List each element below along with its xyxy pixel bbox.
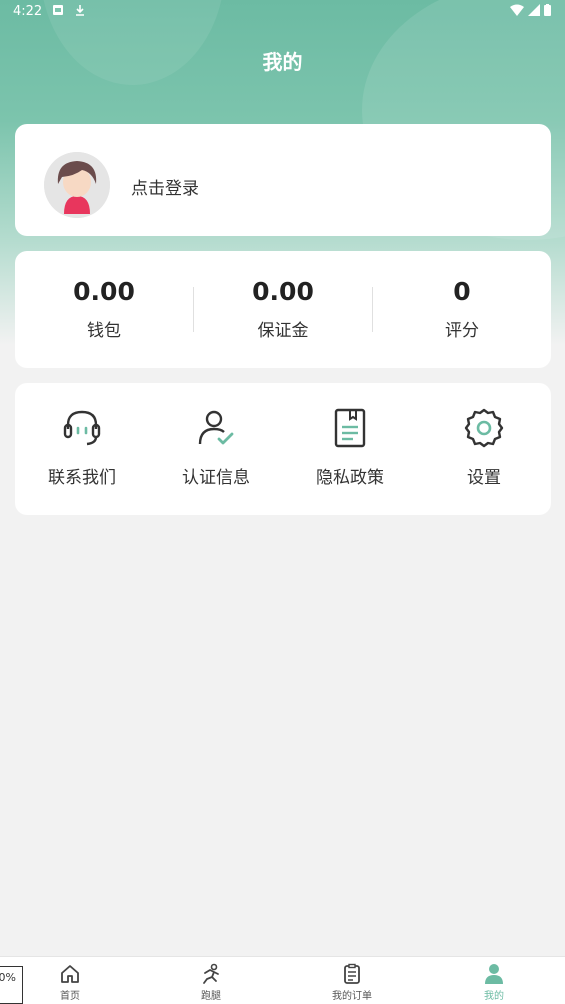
runner-icon: [203, 963, 219, 984]
tab-orders[interactable]: 我的订单: [302, 963, 402, 1002]
stat-wallet[interactable]: 0.00 钱包: [15, 277, 193, 341]
home-icon: [61, 965, 79, 983]
tab-errand[interactable]: 跑腿: [161, 963, 261, 1002]
stat-label: 钱包: [87, 321, 121, 341]
document-icon: [334, 408, 366, 448]
tab-home[interactable]: 首页: [20, 963, 120, 1002]
menu-label: 隐私政策: [316, 468, 384, 488]
tab-label: 我的订单: [332, 991, 372, 1002]
stat-label: 保证金: [257, 321, 309, 341]
gear-icon: [464, 408, 504, 448]
tab-mine[interactable]: 我的: [444, 963, 544, 1002]
overlay-badge: 0%: [0, 966, 23, 1004]
download-icon: [76, 5, 84, 16]
notification-icon: [53, 5, 63, 15]
person-icon: [485, 964, 503, 984]
menu-item-settings[interactable]: 设置: [417, 407, 551, 488]
profile-card[interactable]: 点击登录: [15, 124, 551, 236]
menu-card: 联系我们 认证信息 隐私政策 设置: [15, 383, 551, 515]
status-bar: 4:22: [0, 0, 565, 24]
clipboard-icon: [344, 963, 360, 984]
page-title: 我的: [262, 50, 303, 74]
stat-rating[interactable]: 0 评分: [373, 277, 551, 341]
stats-card: 0.00 钱包 0.00 保证金 0 评分: [15, 251, 551, 368]
avatar[interactable]: [44, 152, 110, 218]
tab-label: 我的: [484, 991, 504, 1002]
menu-item-verification[interactable]: 认证信息: [149, 407, 283, 488]
menu-label: 认证信息: [182, 468, 250, 488]
menu-label: 设置: [467, 468, 501, 488]
headset-icon: [63, 410, 101, 446]
stat-label: 评分: [445, 321, 479, 341]
tab-label: 首页: [60, 991, 80, 1002]
menu-item-contact[interactable]: 联系我们: [15, 407, 149, 488]
stat-value: 0.00: [73, 277, 135, 306]
signal-icon: [528, 4, 540, 16]
tab-label: 跑腿: [201, 991, 221, 1002]
user-verified-icon: [198, 410, 234, 445]
stat-value: 0: [453, 277, 471, 306]
menu-label: 联系我们: [48, 468, 116, 488]
stat-deposit[interactable]: 0.00 保证金: [194, 277, 372, 341]
status-time: 4:22: [13, 4, 43, 19]
stat-value: 0.00: [252, 277, 314, 306]
avatar-icon: [44, 152, 110, 218]
wifi-icon: [510, 4, 524, 16]
login-link[interactable]: 点击登录: [131, 174, 199, 199]
bottom-tab-bar: 首页 跑腿 我的订单 我的: [0, 956, 565, 1004]
menu-item-privacy[interactable]: 隐私政策: [283, 407, 417, 488]
battery-icon: [544, 4, 551, 16]
